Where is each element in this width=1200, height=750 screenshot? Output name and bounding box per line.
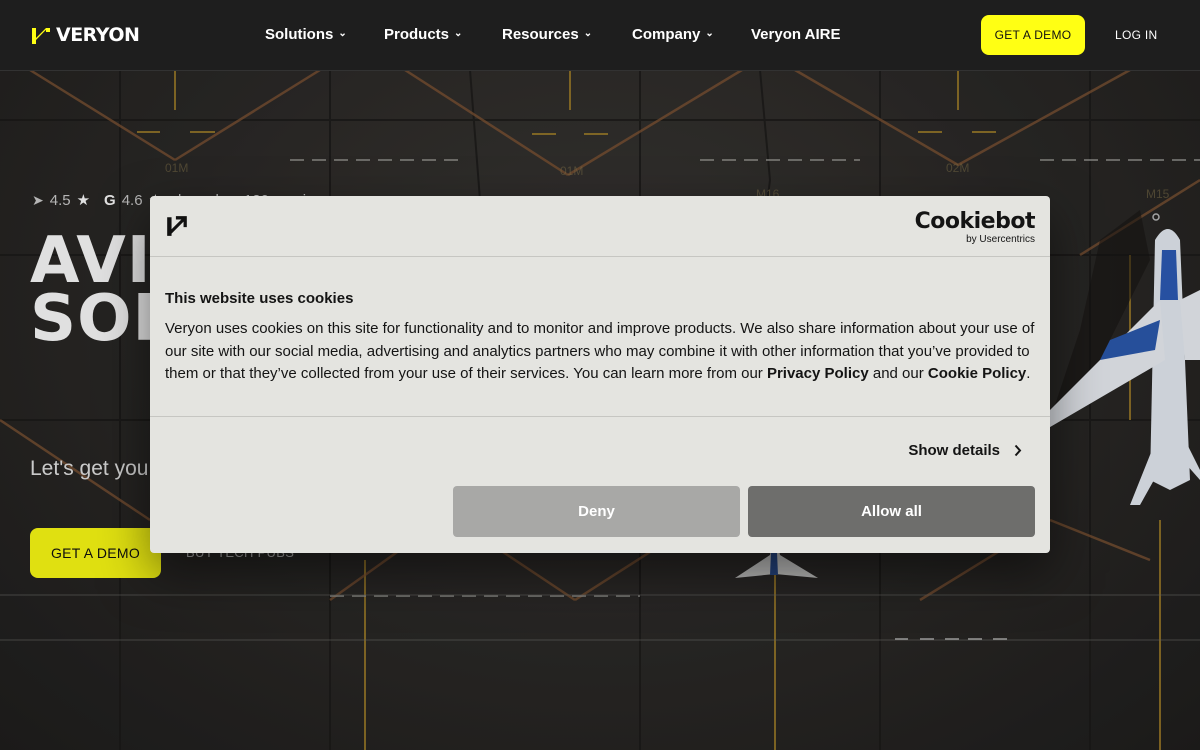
show-details-label: Show details [908, 442, 1000, 459]
veryon-logo-icon [32, 28, 50, 44]
chevron-down-icon: ⌄ [705, 28, 714, 39]
veryon-logo-icon [167, 216, 187, 236]
nav-resources-label: Resources [502, 26, 579, 43]
nav-products-label: Products [384, 26, 450, 43]
cookiebot-sub: by Usercentrics [966, 234, 1035, 245]
body-text-3: . [1026, 365, 1031, 383]
login-link[interactable]: LOG IN [1115, 28, 1157, 42]
nav-veryon-aire-label: Veryon AIRE [751, 26, 841, 43]
nav-resources[interactable]: Resources ⌄ [502, 26, 592, 43]
nav-products[interactable]: Products ⌄ [384, 26, 462, 43]
privacy-policy-link[interactable]: Privacy Policy [767, 365, 869, 382]
brand-logo[interactable]: VERYON [30, 24, 140, 46]
body-text-2: and our [868, 365, 928, 383]
nav-solutions-label: Solutions [265, 26, 334, 43]
nav-veryon-aire[interactable]: Veryon AIRE [751, 26, 840, 43]
cookiebot-name: Cookiebot [914, 209, 1036, 234]
chevron-down-icon: ⌄ [583, 28, 593, 39]
nav-company[interactable]: Company ⌄ [632, 26, 714, 43]
divider [150, 416, 1050, 417]
chevron-right-icon [1014, 444, 1022, 457]
cookie-dialog-title: This website uses cookies [165, 290, 354, 307]
brand-name: VERYON [56, 24, 140, 46]
nav-company-label: Company [632, 26, 701, 43]
show-details-button[interactable]: Show details [908, 442, 1022, 459]
nav-solutions[interactable]: Solutions ⌄ [265, 26, 347, 43]
cookie-policy-link[interactable]: Cookie Policy [928, 365, 1026, 382]
chevron-down-icon: ⌄ [338, 28, 347, 39]
chevron-down-icon: ⌄ [454, 28, 463, 39]
deny-button[interactable]: Deny [453, 486, 740, 537]
divider [150, 256, 1050, 257]
allow-all-button[interactable]: Allow all [748, 486, 1035, 537]
cookiebot-brand[interactable]: Cookiebot by Usercentrics [914, 209, 1036, 246]
top-navigation: VERYON Solutions ⌄ Products ⌄ Resources ⌄ C… [0, 0, 1200, 71]
cookie-consent-dialog: Cookiebot by Usercentrics This website u… [150, 196, 1050, 553]
get-demo-button[interactable]: GET A DEMO [981, 15, 1085, 55]
cookie-dialog-body: Veryon uses cookies on this site for fun… [165, 318, 1040, 386]
